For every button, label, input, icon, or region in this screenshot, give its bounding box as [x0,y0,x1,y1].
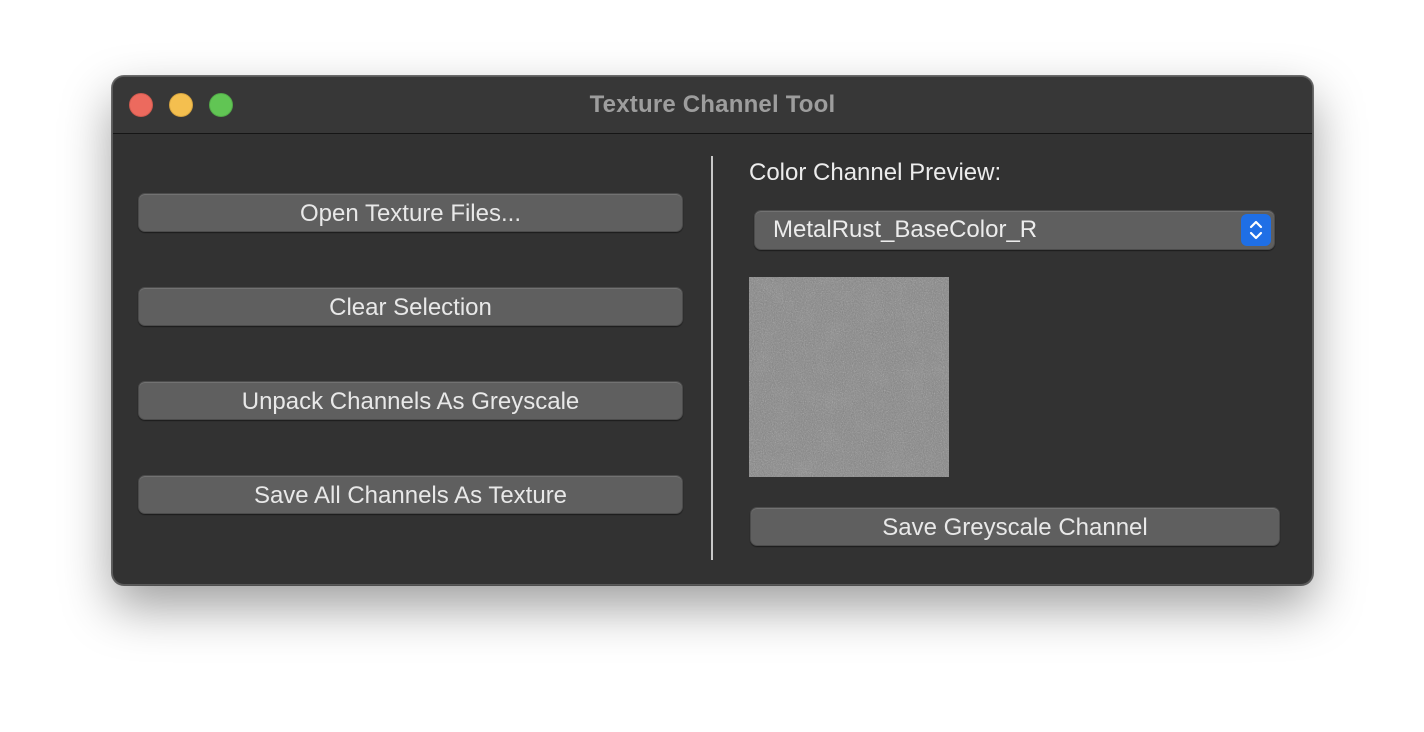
channel-preview-image [749,277,949,477]
save-greyscale-channel-button[interactable]: Save Greyscale Channel [750,507,1280,546]
clear-selection-button[interactable]: Clear Selection [138,287,683,326]
title-bar[interactable]: Texture Channel Tool [113,77,1312,134]
channel-select-value: MetalRust_BaseColor_R [773,216,1038,243]
preview-label: Color Channel Preview: [749,159,1002,186]
vertical-divider [711,156,713,560]
open-texture-files-button[interactable]: Open Texture Files... [138,193,683,232]
unpack-channels-button[interactable]: Unpack Channels As Greyscale [138,381,683,420]
channel-select[interactable]: MetalRust_BaseColor_R [754,210,1275,250]
chevron-up-down-icon [1241,214,1271,246]
save-all-channels-button[interactable]: Save All Channels As Texture [138,475,683,514]
app-window: Texture Channel Tool Open Texture Files.… [112,76,1313,585]
window-title: Texture Channel Tool [589,91,836,118]
